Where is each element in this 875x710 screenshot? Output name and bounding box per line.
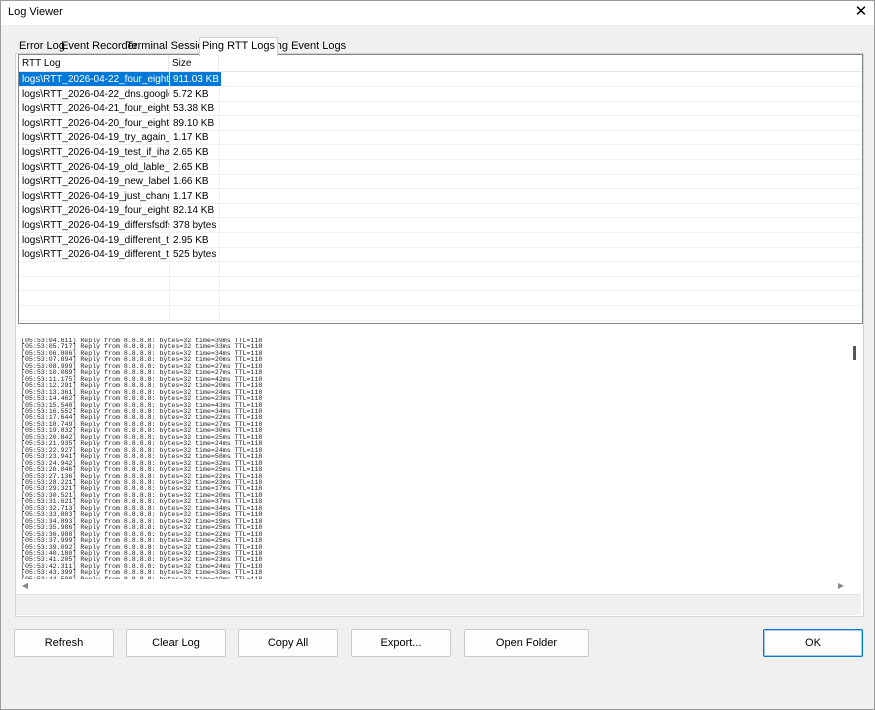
column-header-rtt-log[interactable]: RTT Log	[19, 55, 169, 71]
rtt-log-name: logs\RTT_2026-04-19_four_eights_...	[22, 205, 169, 217]
rtt-log-name: logs\RTT_2026-04-22_four_eights_...	[19, 72, 169, 86]
rtt-log-name: logs\RTT_2026-04-20_four_eights_...	[22, 117, 169, 129]
close-icon[interactable]: ✕	[848, 1, 874, 25]
scroll-left-icon[interactable]: ◀	[19, 580, 31, 592]
list-item[interactable]: logs\RTT_2026-04-19_try_again_wit... 1.17…	[19, 130, 862, 146]
empty-row	[19, 306, 862, 321]
rtt-log-size: 525 bytes	[173, 249, 217, 261]
rtt-log-size: 89.10 KB	[173, 117, 215, 129]
title-bar: Log Viewer ✕	[1, 1, 874, 25]
rtt-log-name: logs\RTT_2026-04-19_different_text...	[22, 249, 169, 261]
list-item[interactable]: logs\RTT_2026-04-19_just_change_... 1.17 …	[19, 189, 862, 204]
list-item[interactable]: logs\RTT_2026-04-19_old_lable_8.8... 2.65…	[19, 160, 862, 175]
rtt-log-name: logs\RTT_2026-04-22_dns.google_...	[22, 88, 169, 100]
log-content-viewer[interactable]: [05:53:04.611] Reply from 8.8.8.8: bytes…	[17, 330, 859, 590]
list-item[interactable]: logs\RTT_2026-04-19_different_text... 525…	[19, 247, 862, 263]
rtt-log-name: logs\RTT_2026-04-19_old_lable_8.8...	[22, 161, 169, 173]
list-item[interactable]: logs\RTT_2026-04-19_test_if_ihave_... 2.6…	[19, 145, 862, 160]
rtt-log-name: logs\RTT_2026-04-19_try_again_wit...	[22, 132, 169, 144]
column-header-size[interactable]: Size	[169, 55, 219, 71]
status-strip	[16, 594, 861, 615]
rtt-log-size: 911.03 KB	[170, 72, 221, 86]
list-item[interactable]: logs\RTT_2026-04-22_dns.google_... 5.72 K…	[19, 87, 862, 102]
list-item[interactable]: logs\RTT_2026-04-19_differsfsdfsd... 378 …	[19, 218, 862, 233]
copy-all-button[interactable]: Copy All	[238, 629, 338, 657]
ok-button[interactable]: OK	[763, 629, 863, 657]
log-line: [05:53:44.500] Reply from 8.8.8.8: bytes…	[21, 576, 801, 579]
empty-row	[19, 291, 862, 306]
empty-row	[19, 276, 862, 292]
rtt-log-size: 1.66 KB	[173, 176, 209, 188]
rtt-log-name: logs\RTT_2026-04-19_just_change_...	[22, 190, 169, 202]
rtt-log-size: 2.65 KB	[173, 161, 209, 173]
refresh-button[interactable]: Refresh	[14, 629, 114, 657]
window-title: Log Viewer	[8, 6, 63, 18]
list-item[interactable]: logs\RTT_2026-04-19_different_text... 2.9…	[19, 233, 862, 248]
list-header: RTT Log Size	[19, 55, 862, 72]
rtt-log-name: logs\RTT_2026-04-19_differsfsdfsd...	[22, 220, 169, 231]
rtt-log-size: 5.72 KB	[173, 88, 209, 100]
list-item[interactable]: logs\RTT_2026-04-21_four_eights_... 53.38…	[19, 101, 862, 117]
list-item[interactable]: logs\RTT_2026-04-20_four_eights_... 89.10…	[19, 116, 862, 131]
rtt-log-size: 1.17 KB	[173, 132, 209, 144]
rtt-log-name: logs\RTT_2026-04-19_test_if_ihave_...	[22, 147, 169, 158]
rtt-log-size: 2.95 KB	[173, 234, 209, 246]
open-folder-button[interactable]: Open Folder	[464, 629, 589, 657]
rtt-log-list[interactable]: RTT Log Size logs\RTT_2026-04-22_four_ei…	[18, 54, 863, 324]
list-item[interactable]: logs\RTT_2026-04-19_new_label_8.... 1.66 …	[19, 174, 862, 190]
rtt-log-name: logs\RTT_2026-04-19_new_label_8....	[22, 176, 169, 188]
rtt-log-size: 53.38 KB	[173, 103, 215, 115]
empty-row	[19, 262, 862, 277]
log-viewer-window: Log Viewer ✕ Error Log Event Recorder Te…	[0, 0, 875, 710]
rtt-log-size: 1.17 KB	[173, 190, 209, 202]
list-item[interactable]: logs\RTT_2026-04-19_four_eights_... 82.14…	[19, 203, 862, 219]
horizontal-scrollbar[interactable]: ◀ ▶	[16, 580, 861, 592]
rtt-log-size: 378 bytes	[173, 220, 217, 231]
rtt-logs-panel: RTT Log Size logs\RTT_2026-04-22_four_ei…	[15, 53, 864, 617]
vertical-scrollbar-thumb[interactable]	[853, 346, 856, 360]
rtt-log-name: logs\RTT_2026-04-21_four_eights_...	[22, 103, 169, 115]
rtt-log-size: 82.14 KB	[173, 205, 215, 217]
clear-log-button[interactable]: Clear Log	[126, 629, 226, 657]
export-button[interactable]: Export...	[351, 629, 451, 657]
rtt-log-size: 2.65 KB	[173, 147, 209, 158]
scroll-right-icon[interactable]: ▶	[835, 580, 847, 592]
tab-ping-rtt-logs[interactable]: Ping RTT Logs	[199, 37, 278, 56]
log-text[interactable]: [05:53:04.611] Reply from 8.8.8.8: bytes…	[21, 338, 801, 579]
rtt-log-name: logs\RTT_2026-04-19_different_text...	[22, 234, 169, 246]
list-item[interactable]: logs\RTT_2026-04-22_four_eights_...911.0…	[19, 72, 862, 87]
